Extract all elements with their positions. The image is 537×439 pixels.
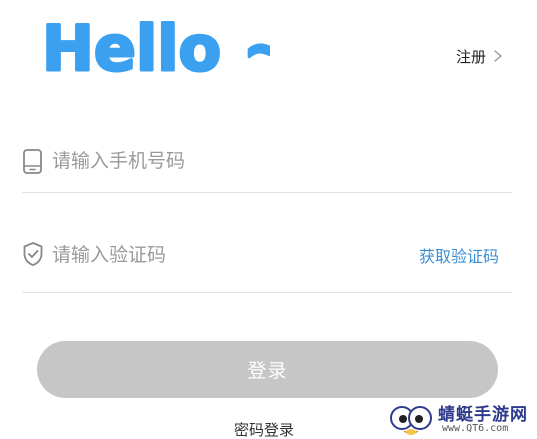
phone-row [22,132,512,193]
login-button[interactable]: 登录 [37,341,498,398]
watermark-site-url: www.QT6.com [442,423,509,434]
chevron-right-icon [494,50,503,62]
dragonfly-mascot-icon [390,406,432,435]
verification-code-row: 获取验证码 [22,225,512,293]
register-label: 注册 [456,47,487,66]
phone-input[interactable] [52,144,412,178]
logo-text: Hello ~ [42,12,270,82]
hello-logo: Hello ~ [41,11,271,83]
watermark-site-name: 蜻蜓手游网 [438,405,528,425]
register-link[interactable]: 注册 [456,44,504,68]
verification-code-input[interactable] [52,238,412,272]
get-code-button[interactable]: 获取验证码 [419,243,499,267]
password-login-link[interactable]: 密码登录 [234,419,294,439]
login-page: Hello ~ 注册 获取验证码 登录 密码登录 [0,0,537,439]
site-watermark: 蜻蜓手游网 www.QT6.com [388,400,534,438]
shield-check-icon [23,242,43,266]
phone-icon [23,149,42,174]
